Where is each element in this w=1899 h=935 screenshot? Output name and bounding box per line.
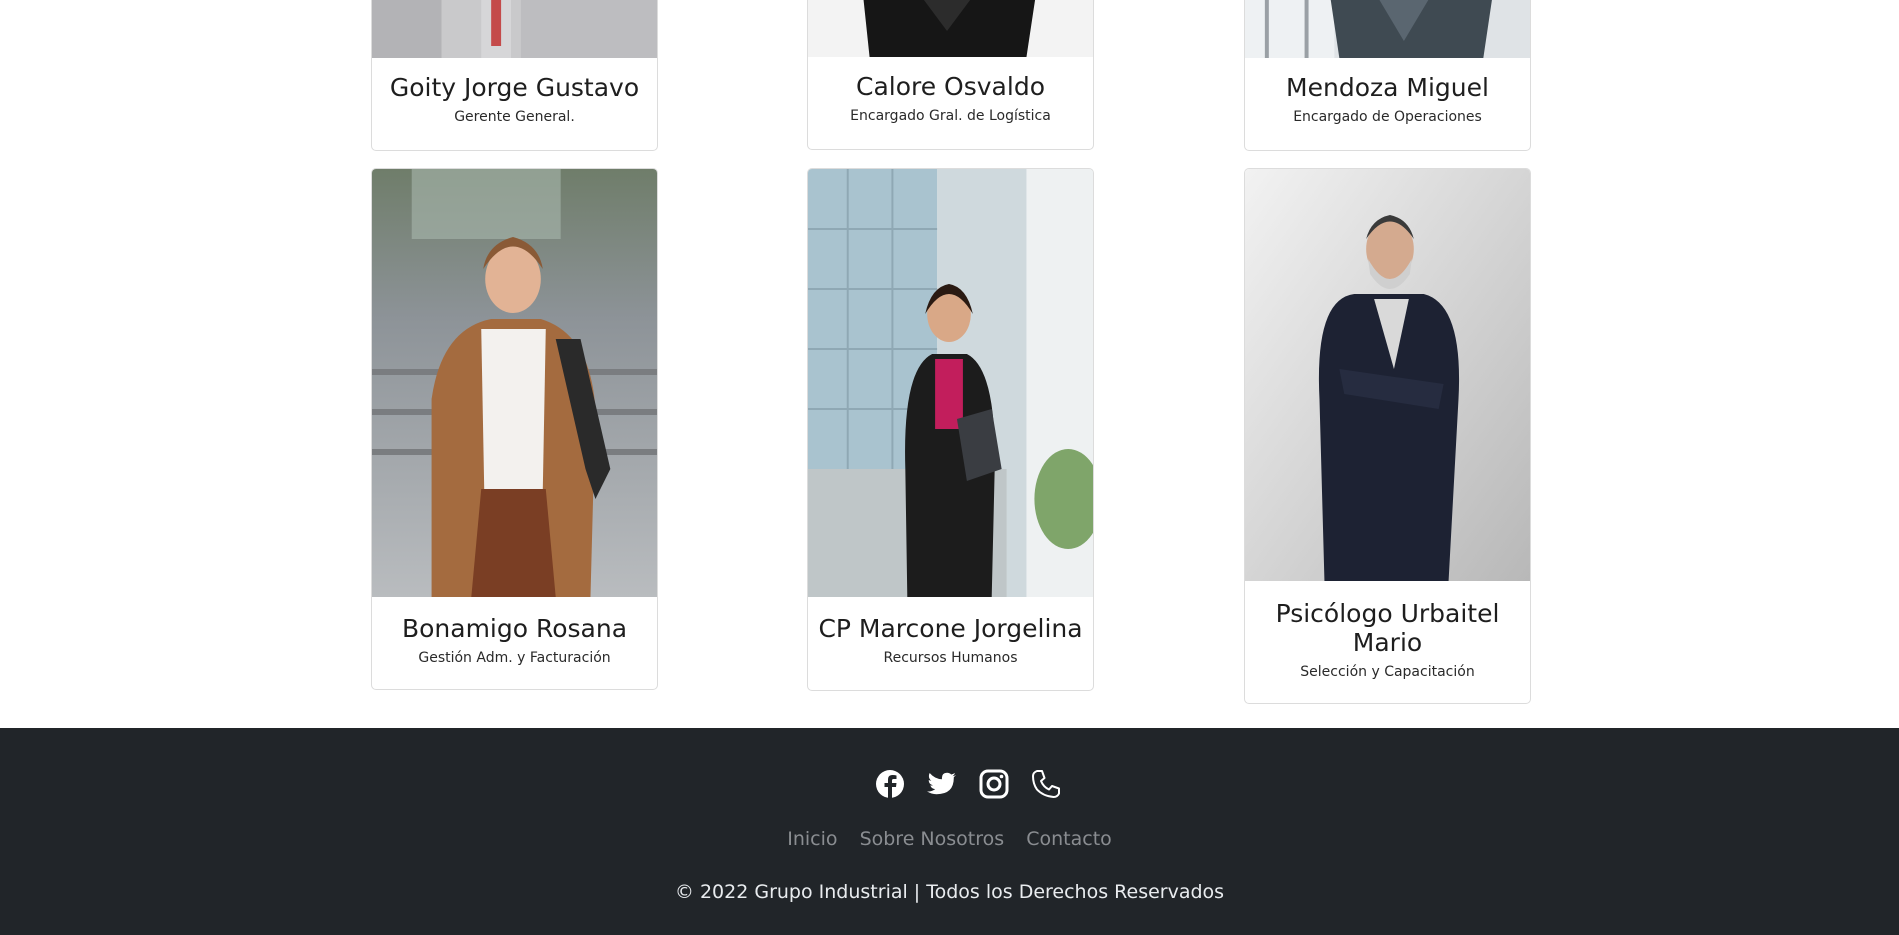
member-name: Mendoza Miguel <box>1286 73 1489 102</box>
social-links <box>0 764 1899 804</box>
member-photo <box>808 169 1093 597</box>
member-role: Encargado de Operaciones <box>1293 109 1482 125</box>
member-photo <box>372 169 657 597</box>
member-photo <box>1245 169 1530 581</box>
member-name: CP Marcone Jorgelina <box>818 614 1083 643</box>
member-role: Gestión Adm. y Facturación <box>418 650 611 666</box>
footer-link-sobre-nosotros[interactable]: Sobre Nosotros <box>860 828 1005 850</box>
instagram-icon[interactable] <box>974 764 1014 804</box>
site-footer: Inicio Sobre Nosotros Contacto © 2022 Gr… <box>0 728 1899 935</box>
member-photo <box>808 0 1093 57</box>
member-role: Encargado Gral. de Logística <box>850 108 1051 124</box>
member-role: Gerente General. <box>454 109 575 125</box>
team-card: Mendoza Miguel Encargado de Operaciones <box>1244 0 1531 151</box>
team-card: Goity Jorge Gustavo Gerente General. <box>371 0 658 151</box>
member-name: Psicólogo Urbaitel Mario <box>1275 599 1500 657</box>
member-role: Recursos Humanos <box>883 650 1018 666</box>
team-card: Psicólogo Urbaitel Mario Selección y Cap… <box>1244 168 1531 704</box>
team-card: Calore Osvaldo Encargado Gral. de Logíst… <box>807 0 1094 150</box>
facebook-icon[interactable] <box>870 764 910 804</box>
member-name: Bonamigo Rosana <box>401 614 628 643</box>
footer-nav: Inicio Sobre Nosotros Contacto <box>0 828 1899 850</box>
team-card: CP Marcone Jorgelina Recursos Humanos <box>807 168 1094 691</box>
member-name: Calore Osvaldo <box>855 72 1045 101</box>
footer-link-inicio[interactable]: Inicio <box>787 828 837 850</box>
member-photo <box>372 0 657 58</box>
phone-icon[interactable] <box>1026 764 1066 804</box>
member-photo <box>1245 0 1530 58</box>
team-card: Bonamigo Rosana Gestión Adm. y Facturaci… <box>371 168 658 690</box>
twitter-icon[interactable] <box>922 764 962 804</box>
member-role: Selección y Capacitación <box>1300 664 1475 680</box>
footer-link-contacto[interactable]: Contacto <box>1026 828 1112 850</box>
member-name: Goity Jorge Gustavo <box>389 73 640 102</box>
copyright-text: © 2022 Grupo Industrial | Todos los Dere… <box>674 881 1225 903</box>
